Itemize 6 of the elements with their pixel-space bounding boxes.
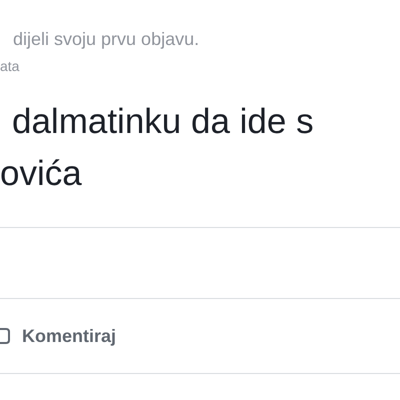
post-title: dalmatinku da ide s xyxy=(12,101,315,143)
comment-button[interactable]: Komentiraj xyxy=(0,326,116,346)
post-title: ovića xyxy=(0,153,83,195)
post-header-text: dijeli svoju prvu objavu. xyxy=(12,28,200,50)
comment-icon xyxy=(0,327,10,345)
post-meta: ata xyxy=(0,57,20,75)
